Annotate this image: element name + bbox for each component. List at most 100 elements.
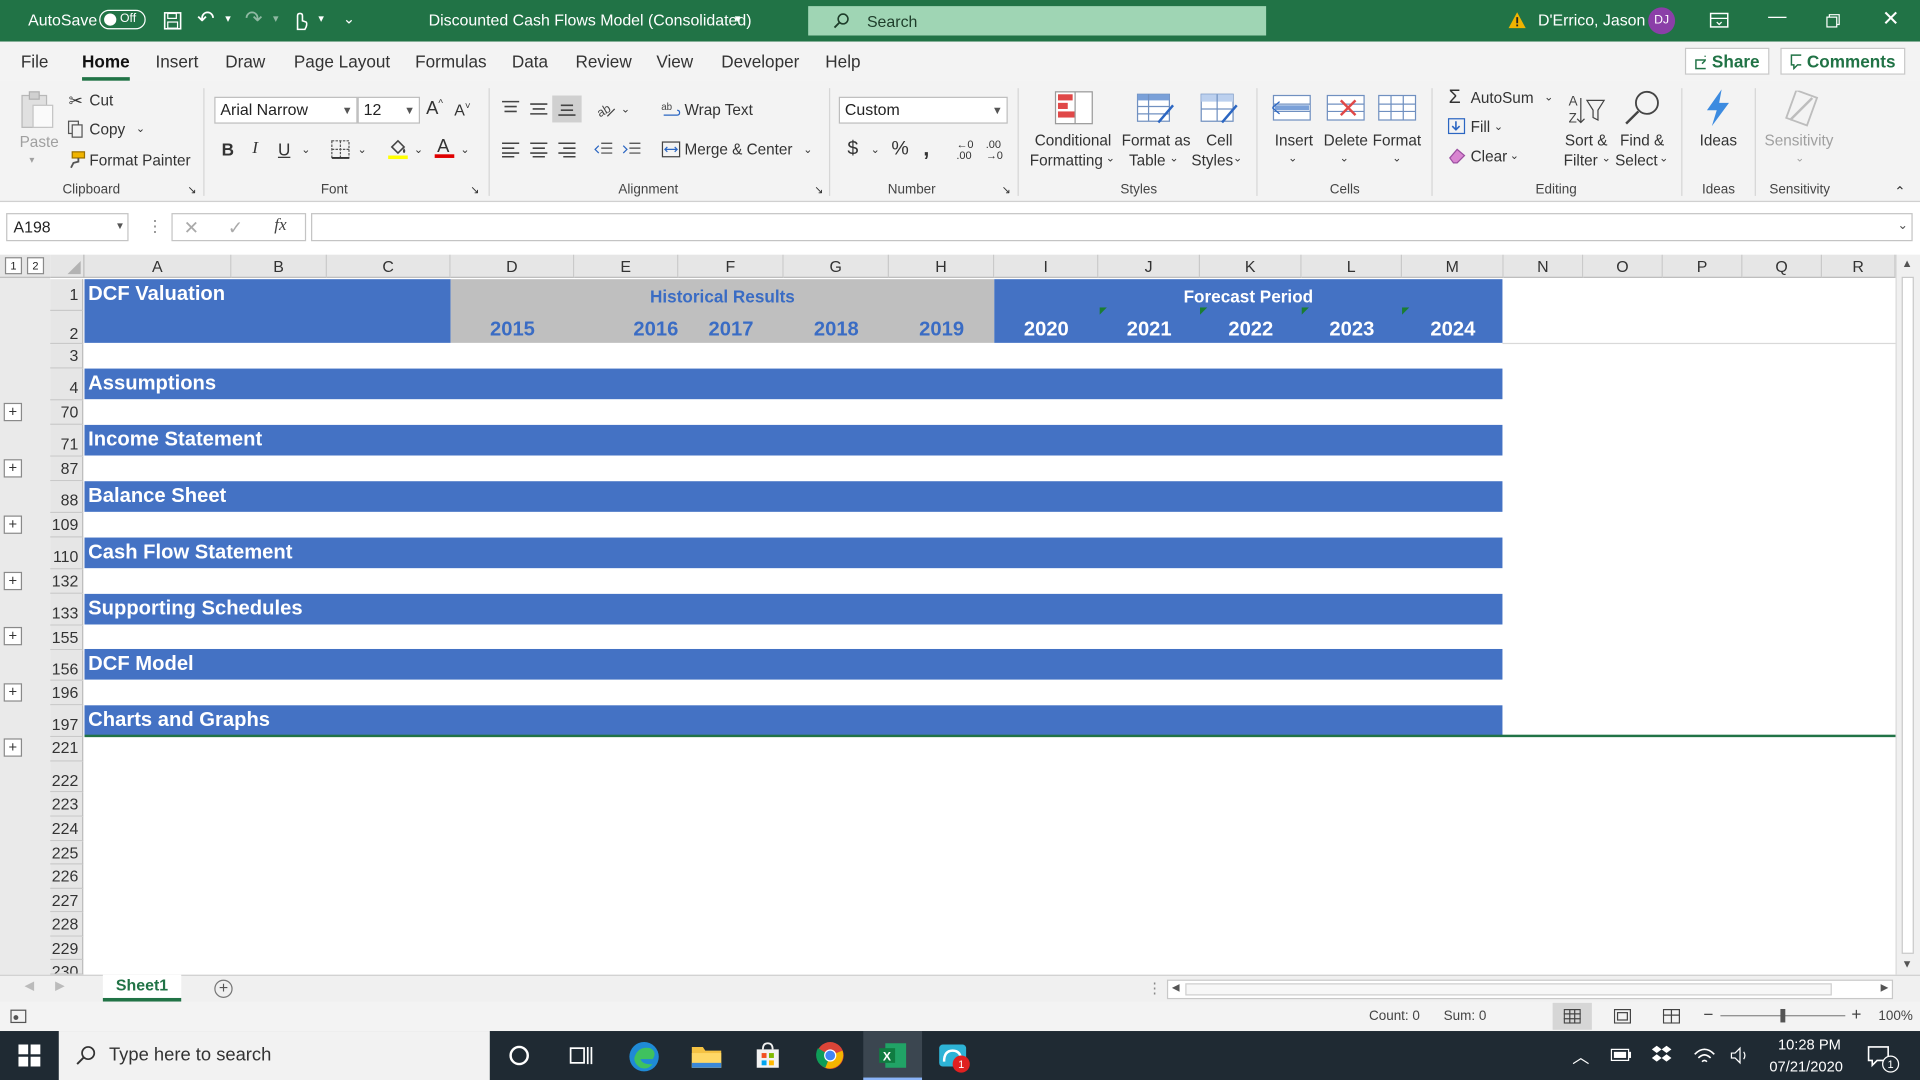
warning-icon[interactable]	[1507, 11, 1527, 29]
copy-button[interactable]: Copy	[89, 121, 125, 138]
minimize-icon[interactable]: —	[1768, 6, 1786, 27]
battery-icon[interactable]	[1610, 1048, 1632, 1062]
column-header-h[interactable]: H	[888, 254, 995, 278]
zoom-in-icon[interactable]: +	[1851, 1004, 1861, 1024]
row-header[interactable]: 110	[50, 537, 84, 570]
sheet-tab[interactable]: Sheet1	[102, 974, 182, 1002]
format-as-table-label-2[interactable]: Table	[1129, 152, 1166, 169]
row-header[interactable]: 1	[50, 279, 84, 312]
column-header-f[interactable]: F	[678, 254, 784, 278]
row-header[interactable]: 227	[50, 888, 84, 913]
format-cells-button[interactable]: Format	[1373, 132, 1421, 149]
document-title[interactable]: Discounted Cash Flows Model (Consolidate…	[429, 11, 752, 29]
split-handle-icon[interactable]: ⋮	[1147, 980, 1162, 997]
sensitivity-button[interactable]: Sensitivity	[1764, 132, 1833, 149]
format-painter-icon[interactable]	[67, 151, 86, 169]
merge-center-button[interactable]: Merge & Center	[684, 141, 792, 158]
alignment-launcher-icon[interactable]: ↘	[814, 184, 823, 197]
redo-icon[interactable]: ↷	[245, 7, 262, 31]
font-color-dropdown-icon[interactable]: ⌄	[460, 143, 469, 156]
sort-filter-label-2[interactable]: Filter	[1564, 152, 1598, 169]
font-launcher-icon[interactable]: ↘	[470, 184, 479, 197]
increase-font-icon[interactable]: A^	[426, 98, 443, 119]
section-balance-sheet[interactable]: Balance Sheet	[84, 481, 1503, 512]
fill-color-dropdown-icon[interactable]: ⌄	[414, 143, 423, 156]
borders-icon[interactable]	[331, 140, 351, 160]
section-supporting-schedules[interactable]: Supporting Schedules	[84, 593, 1503, 625]
tab-formulas[interactable]: Formulas	[415, 51, 486, 71]
delete-cells-icon[interactable]	[1326, 91, 1368, 125]
format-dropdown-icon[interactable]: ⌄	[1392, 152, 1401, 165]
clear-button[interactable]: Clear	[1471, 148, 1508, 165]
cell-styles-label-2[interactable]: Styles	[1191, 152, 1233, 169]
avatar[interactable]: DJ	[1648, 7, 1676, 35]
underline-dropdown-icon[interactable]: ⌄	[301, 143, 310, 156]
add-sheet-button[interactable]: +	[214, 979, 233, 998]
underline-button[interactable]: U	[278, 140, 290, 160]
redo-dropdown-icon[interactable]: ▾	[273, 12, 279, 25]
row-header[interactable]: 230	[50, 960, 84, 975]
align-center-icon[interactable]	[529, 141, 549, 158]
tab-page-layout[interactable]: Page Layout	[294, 51, 390, 71]
fill-button[interactable]: Fill	[1471, 119, 1491, 136]
row-header[interactable]: 155	[50, 625, 84, 651]
section-income-statement[interactable]: Income Statement	[84, 424, 1503, 456]
orientation-icon[interactable]: ab	[595, 99, 617, 119]
chrome-icon[interactable]	[816, 1041, 845, 1070]
align-middle-icon[interactable]	[529, 99, 549, 116]
next-sheet-icon[interactable]: ▶	[55, 980, 64, 993]
formula-input[interactable]: ⌄	[311, 213, 1913, 242]
select-all-button[interactable]	[50, 254, 85, 278]
section-cash-flow-statement[interactable]: Cash Flow Statement	[84, 537, 1503, 569]
format-cells-icon[interactable]	[1378, 91, 1420, 125]
format-as-table-label-1[interactable]: Format as	[1122, 132, 1191, 149]
search-box[interactable]: Search	[808, 6, 1267, 36]
row-header[interactable]: 229	[50, 936, 84, 961]
tab-review[interactable]: Review	[576, 51, 632, 71]
dropbox-icon[interactable]	[1651, 1044, 1673, 1064]
sort-filter-label-1[interactable]: Sort &	[1565, 132, 1608, 149]
user-name[interactable]: D'Errico, Jason	[1538, 11, 1645, 29]
scroll-right-icon[interactable]: ▶	[1881, 982, 1889, 993]
row-header[interactable]: 221	[50, 737, 84, 762]
wrap-text-button[interactable]: Wrap Text	[684, 102, 752, 119]
expand-group-button[interactable]: +	[3, 571, 23, 591]
row-header[interactable]: 197	[50, 705, 84, 738]
increase-indent-icon[interactable]	[622, 141, 642, 158]
conditional-formatting-label-2[interactable]: Formatting	[1030, 152, 1103, 169]
orientation-dropdown-icon[interactable]: ⌄	[621, 103, 630, 116]
row-header[interactable]: 132	[50, 569, 84, 594]
conditional-dropdown-icon[interactable]: ⌄	[1106, 152, 1115, 165]
microsoft-store-icon[interactable]	[753, 1041, 782, 1070]
borders-dropdown-icon[interactable]: ⌄	[358, 143, 367, 156]
row-header[interactable]: 2	[50, 311, 84, 345]
conditional-formatting-label-1[interactable]: Conditional	[1035, 132, 1112, 149]
volume-icon[interactable]	[1729, 1046, 1751, 1066]
number-launcher-icon[interactable]: ↘	[1002, 184, 1011, 197]
cut-button[interactable]: Cut	[89, 92, 113, 109]
restore-icon[interactable]	[1826, 13, 1841, 28]
row-header[interactable]: 222	[50, 761, 84, 793]
column-header-q[interactable]: Q	[1742, 254, 1823, 278]
macro-record-icon[interactable]	[10, 1009, 27, 1024]
align-right-icon[interactable]	[557, 141, 577, 158]
autosum-button[interactable]: AutoSum	[1471, 89, 1534, 106]
expand-group-button[interactable]: +	[3, 683, 23, 702]
row-header[interactable]: 109	[50, 513, 84, 538]
column-header-b[interactable]: B	[231, 254, 327, 278]
clock-time[interactable]: 10:28 PM	[1778, 1036, 1841, 1053]
merge-center-icon[interactable]	[661, 140, 681, 160]
touch-dropdown-icon[interactable]: ▾	[318, 12, 324, 25]
wifi-icon[interactable]	[1693, 1046, 1715, 1066]
clear-dropdown-icon[interactable]: ⌄	[1510, 149, 1519, 162]
insert-cells-icon[interactable]	[1272, 91, 1314, 125]
column-header-k[interactable]: K	[1200, 254, 1302, 278]
zoom-out-icon[interactable]: −	[1703, 1004, 1713, 1024]
normal-view-button[interactable]	[1552, 1002, 1592, 1030]
row-header[interactable]: 4	[50, 368, 84, 401]
scrollbar-thumb[interactable]	[1901, 276, 1914, 954]
row-header[interactable]: 196	[50, 680, 84, 706]
insert-function-button[interactable]: fx	[274, 217, 286, 237]
scroll-left-icon[interactable]: ◀	[1172, 982, 1180, 993]
format-table-dropdown-icon[interactable]: ⌄	[1169, 152, 1178, 165]
